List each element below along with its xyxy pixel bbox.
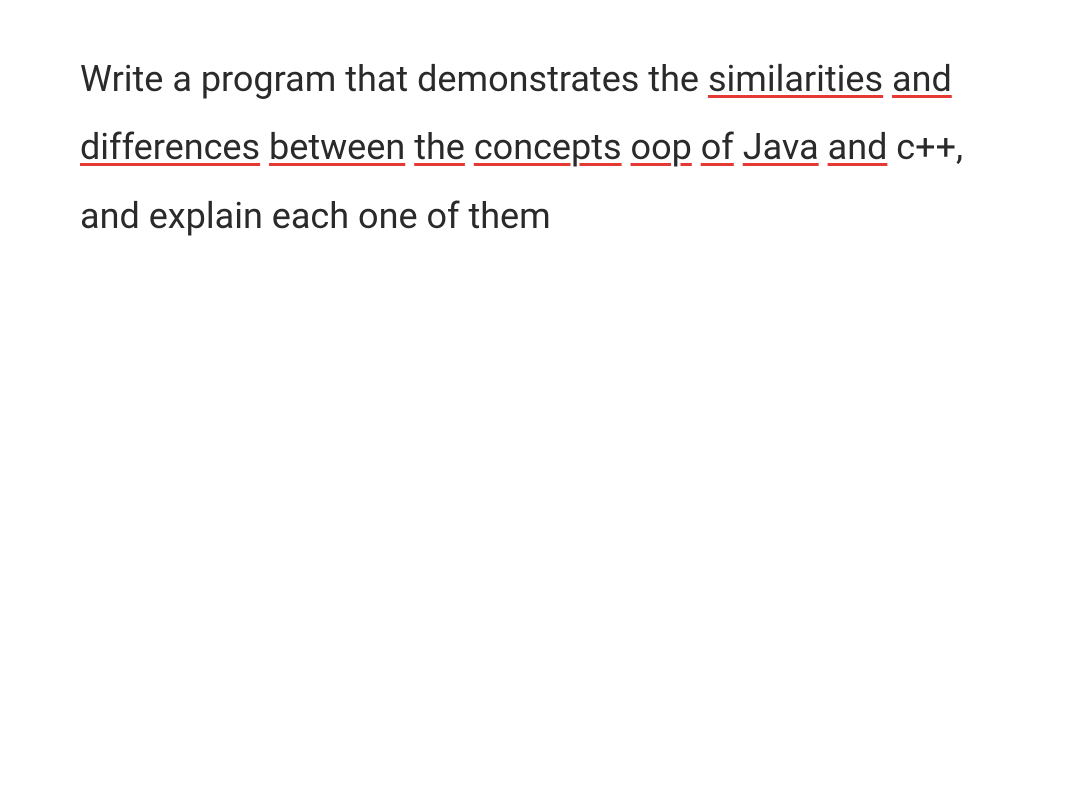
underlined-word: similarities — [708, 58, 883, 100]
plain-text — [405, 126, 414, 168]
question-paragraph: Write a program that demonstrates the si… — [80, 45, 1000, 250]
underlined-word: concepts — [474, 126, 622, 168]
underlined-word: the — [414, 126, 465, 168]
underlined-word: between — [269, 126, 405, 168]
plain-text — [465, 126, 474, 168]
underlined-word: and — [828, 126, 888, 168]
plain-text — [622, 126, 631, 168]
underlined-word: of — [701, 126, 734, 168]
plain-text — [819, 126, 828, 168]
underlined-word: oop — [631, 126, 692, 168]
plain-text — [734, 126, 743, 168]
plain-text — [883, 58, 892, 100]
underlined-word: Java — [743, 126, 819, 168]
underlined-word: differences — [80, 126, 260, 168]
plain-text: Write a program that demonstrates the — [80, 58, 708, 100]
plain-text — [692, 126, 701, 168]
underlined-word: and — [892, 58, 952, 100]
plain-text — [260, 126, 269, 168]
